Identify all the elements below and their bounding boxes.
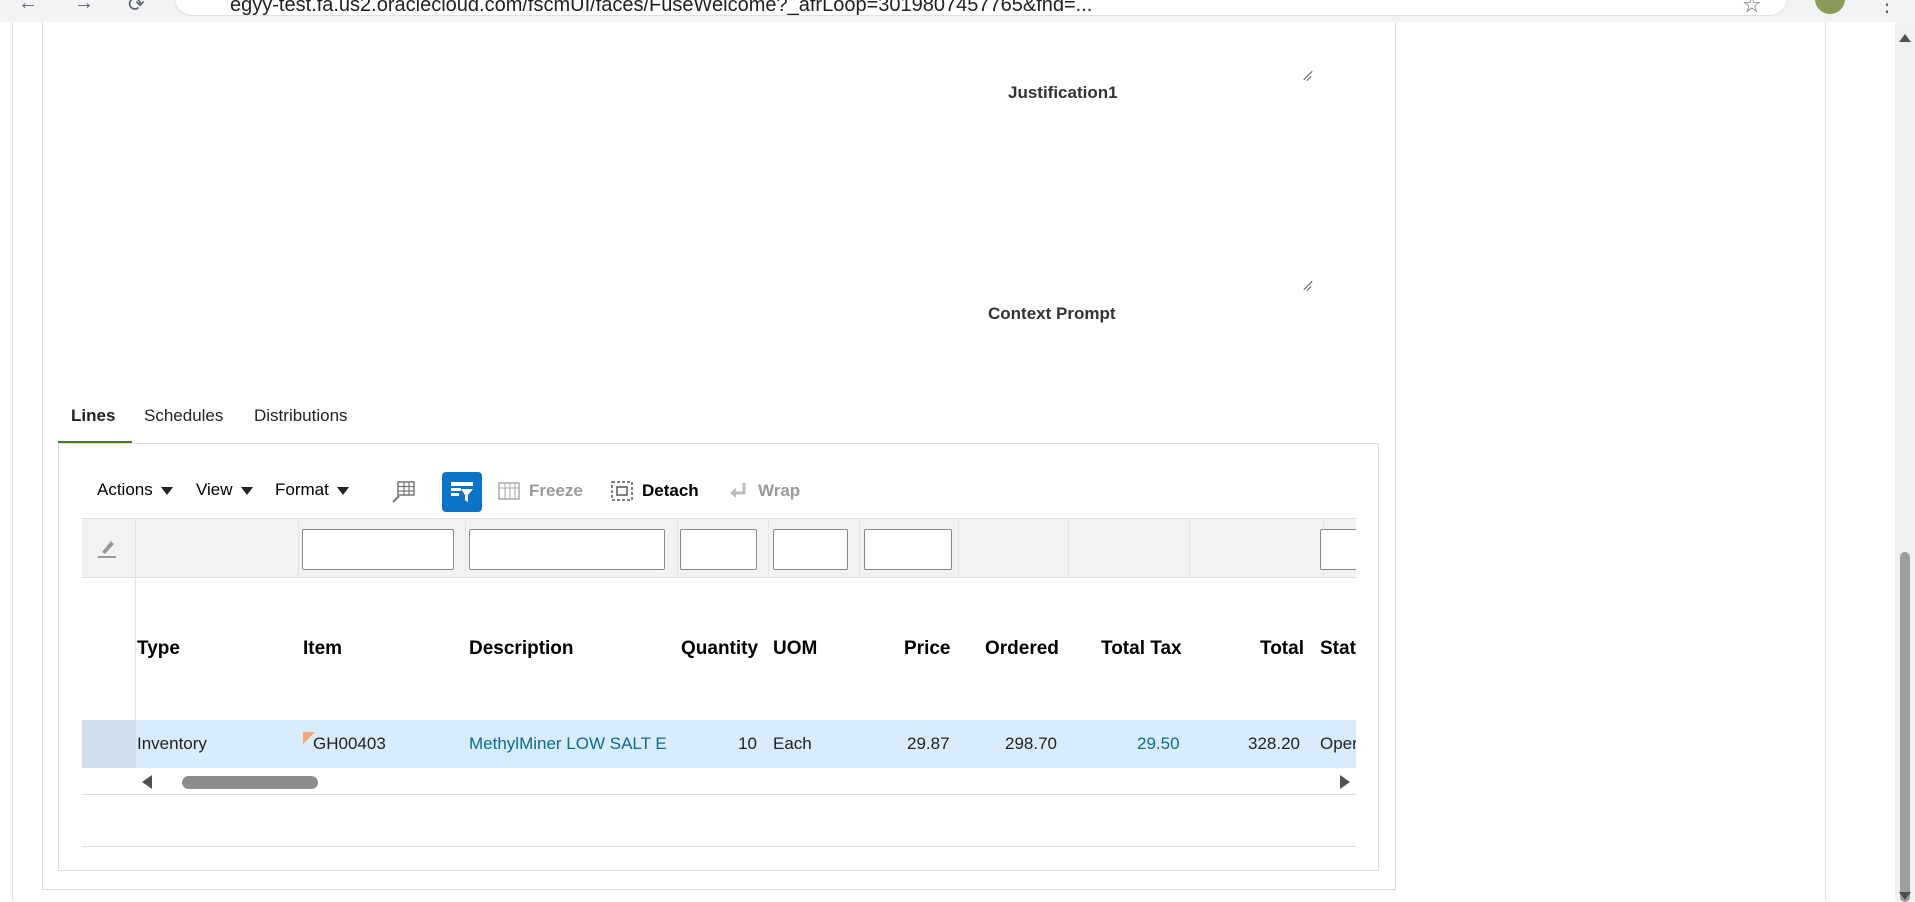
context-prompt-resize-icon[interactable] (1300, 280, 1312, 292)
bookmark-star-icon[interactable]: ☆ (1742, 0, 1762, 18)
filter-cell-total (1190, 519, 1324, 577)
cell-ordered: 298.70 (1005, 734, 1057, 753)
column-header-item[interactable]: Item (303, 638, 342, 660)
back-icon[interactable]: ← (18, 0, 38, 15)
eraser-icon[interactable] (96, 537, 118, 559)
chevron-down-icon (336, 487, 349, 495)
table-row[interactable]: Inventory GH00403 MethylMiner LOW SALT E… (82, 720, 1356, 768)
forward-icon[interactable]: → (74, 0, 94, 15)
cell-description-link[interactable]: MethylMiner LOW SALT E (469, 734, 670, 754)
context-prompt-label: Context Prompt (988, 304, 1116, 323)
chevron-down-icon (160, 487, 173, 495)
wrap-label: Wrap (758, 481, 801, 500)
column-header-type[interactable]: Type (137, 638, 180, 660)
table-columns-icon (392, 481, 415, 503)
lines-table: Type Item Description Quantity UOM Price… (82, 518, 1356, 794)
justification-resize-icon[interactable] (1300, 70, 1312, 82)
scroll-left-icon[interactable] (142, 775, 152, 789)
column-header-description[interactable]: Description (469, 638, 574, 660)
clear-filter-cell (82, 519, 136, 577)
cell-total-tax-link[interactable]: 29.50 (1137, 734, 1180, 754)
wrap-button[interactable]: Wrap (728, 480, 800, 502)
freeze-label: Freeze (529, 481, 583, 500)
reload-icon[interactable]: ⟳ (128, 0, 145, 17)
tab-schedules[interactable]: Schedules (144, 406, 223, 444)
scroll-right-icon[interactable] (1340, 775, 1350, 789)
row-selector[interactable] (82, 720, 136, 768)
browser-menu-icon[interactable]: ⋮ (1877, 0, 1897, 17)
view-menu[interactable]: View (196, 480, 253, 500)
scroll-down-icon[interactable] (1899, 892, 1911, 900)
freeze-button[interactable]: Freeze (497, 480, 583, 502)
filter-input-status[interactable] (1320, 529, 1356, 570)
row-selector-column (82, 578, 136, 720)
filter-icon (451, 482, 473, 502)
filter-cell-type (136, 519, 299, 577)
profile-avatar[interactable] (1815, 0, 1845, 14)
region-footer-divider (82, 846, 1356, 847)
detach-button[interactable]: Detach (610, 480, 699, 502)
column-manage-button[interactable] (383, 472, 423, 512)
page-border-left (12, 22, 13, 901)
table-footer-divider (82, 794, 1356, 795)
address-url[interactable]: egyy-test.fa.us2.oraclecloud.com/fscmUI/… (230, 0, 1720, 17)
cell-status: Oper (1320, 734, 1356, 753)
filter-row (82, 518, 1356, 578)
justification-label: Justification1 (1008, 83, 1118, 102)
cell-uom: Each (773, 734, 812, 753)
filter-input-price[interactable] (864, 529, 952, 570)
column-header-uom[interactable]: UOM (773, 638, 817, 660)
detach-icon (611, 481, 633, 501)
actions-label: Actions (97, 480, 153, 499)
freeze-icon (498, 482, 520, 500)
chevron-down-icon (240, 487, 253, 495)
column-header-price[interactable]: Price (904, 638, 950, 660)
cell-type: Inventory (137, 734, 207, 753)
format-menu[interactable]: Format (275, 480, 349, 500)
horizontal-scroll-thumb[interactable] (182, 776, 318, 789)
browser-toolbar: ← → ⟳ egyy-test.fa.us2.oraclecloud.com/f… (0, 0, 1915, 22)
view-label: View (196, 480, 233, 499)
page-vertical-scrollbar[interactable] (1895, 22, 1915, 902)
actions-menu[interactable]: Actions (97, 480, 173, 500)
filter-input-description[interactable] (469, 529, 665, 570)
cell-total: 328.20 (1248, 734, 1300, 753)
page-border-right (1825, 22, 1826, 901)
filter-input-item[interactable] (302, 529, 454, 570)
scroll-up-icon[interactable] (1899, 34, 1911, 42)
filter-cell-ordered (959, 519, 1069, 577)
cell-price: 29.87 (907, 734, 950, 753)
format-label: Format (275, 480, 329, 499)
filter-input-uom[interactable] (773, 529, 848, 570)
tab-distributions[interactable]: Distributions (254, 406, 348, 444)
detach-label: Detach (642, 481, 699, 500)
column-header-total-tax[interactable]: Total Tax (1101, 638, 1182, 660)
cell-item: GH00403 (313, 734, 386, 753)
tab-lines[interactable]: Lines (58, 406, 132, 444)
wrap-icon (730, 483, 746, 498)
column-header-ordered[interactable]: Ordered (985, 638, 1059, 660)
filter-cell-total-tax (1069, 519, 1190, 577)
cell-quantity: 10 (738, 734, 757, 753)
column-header-quantity[interactable]: Quantity (681, 638, 758, 660)
query-by-example-button[interactable] (442, 472, 482, 512)
filter-input-quantity[interactable] (680, 529, 757, 570)
vertical-scroll-thumb[interactable] (1900, 552, 1910, 902)
column-header-status[interactable]: Stat (1320, 638, 1356, 660)
column-header-total[interactable]: Total (1260, 638, 1304, 660)
horizontal-scrollbar[interactable] (82, 770, 1356, 794)
